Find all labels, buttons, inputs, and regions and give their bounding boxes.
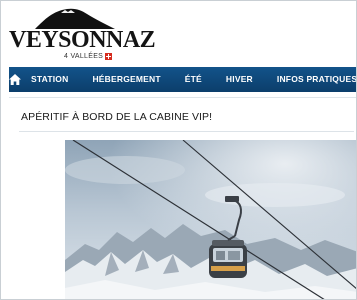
logo-tagline: 4 VALLÉES bbox=[64, 53, 113, 60]
nav-item-hebergement[interactable]: HÉBERGEMENT bbox=[82, 67, 174, 92]
article-section: APÉRITIF À BORD DE LA CABINE VIP! bbox=[9, 97, 356, 299]
main-navigation: STATION HÉBERGEMENT ÉTÉ HIVER INFOS PRAT… bbox=[9, 67, 356, 92]
nav-item-infos-pratiques[interactable]: INFOS PRATIQUES bbox=[267, 67, 356, 92]
article-photo bbox=[65, 140, 356, 299]
article-title: APÉRITIF À BORD DE LA CABINE VIP! bbox=[21, 111, 213, 123]
page-frame: VEYSONNAZ 4 VALLÉES STATION HÉBERGEMENT … bbox=[0, 0, 357, 300]
gondola-photo-illustration bbox=[65, 140, 356, 299]
nav-item-ete[interactable]: ÉTÉ bbox=[175, 67, 216, 92]
site-header: VEYSONNAZ 4 VALLÉES bbox=[1, 1, 356, 67]
nav-item-hiver[interactable]: HIVER bbox=[216, 67, 267, 92]
nav-item-station[interactable]: STATION bbox=[21, 67, 82, 92]
mountain-logo-icon bbox=[35, 8, 115, 29]
nav-home[interactable] bbox=[9, 67, 21, 92]
home-icon bbox=[9, 74, 21, 85]
tagline-text: 4 VALLÉES bbox=[64, 53, 104, 60]
swiss-flag-icon bbox=[105, 53, 113, 60]
title-divider bbox=[19, 131, 354, 132]
site-logo[interactable]: VEYSONNAZ bbox=[9, 28, 156, 52]
